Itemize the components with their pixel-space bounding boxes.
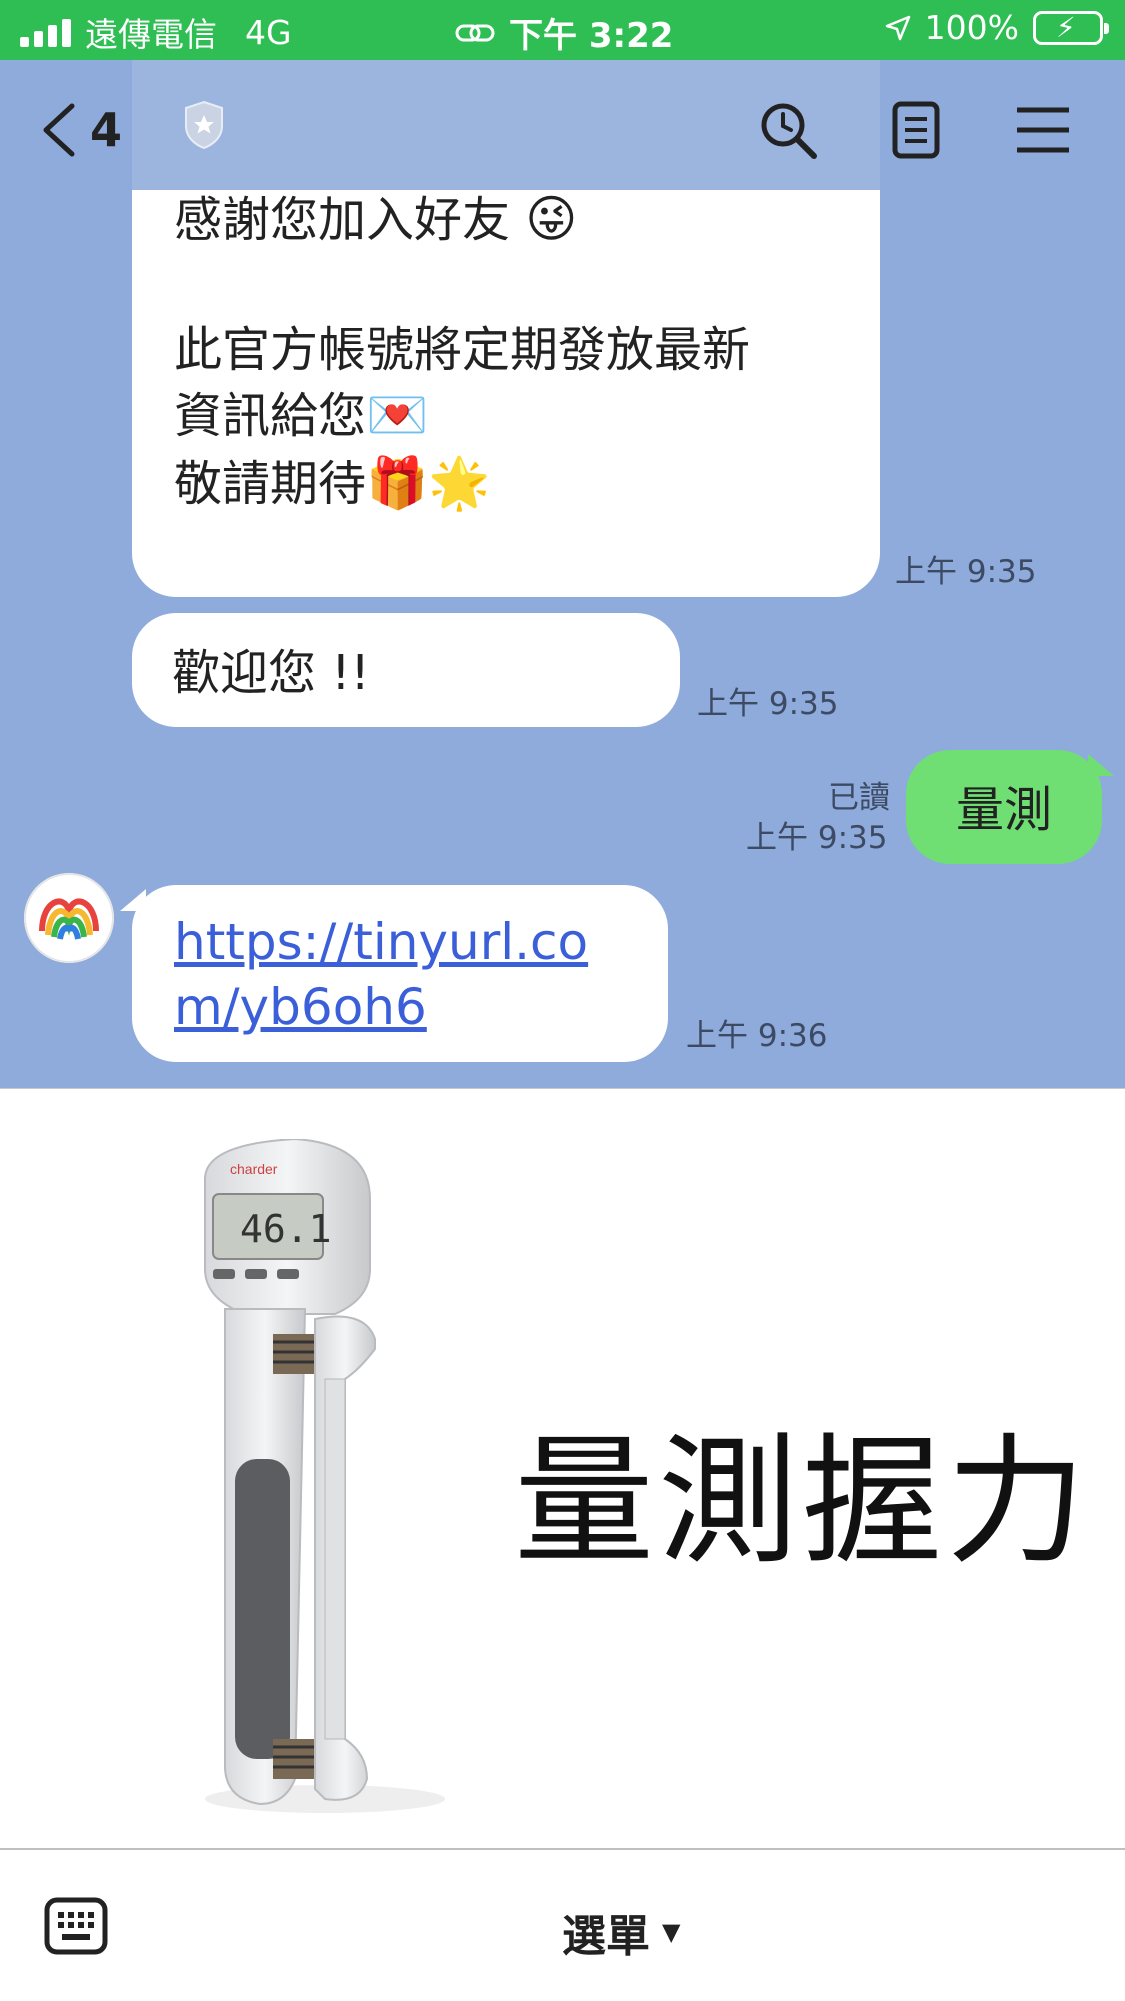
notes-button[interactable] bbox=[886, 100, 946, 160]
keyboard-icon bbox=[44, 1897, 108, 1955]
message-time: 上午 9:35 bbox=[895, 554, 1037, 590]
device-reading: 46.1 bbox=[240, 1207, 332, 1251]
love-letter-emoji: 💌 bbox=[366, 386, 429, 445]
caret-down-icon: ▼ bbox=[662, 1918, 681, 1946]
gift-emoji: 🎁 bbox=[366, 453, 429, 512]
greeting-message-bubble: 歡迎您 !! bbox=[132, 613, 680, 727]
link-message-bubble: https://tinyurl.com/yb6oh6 bbox=[120, 885, 668, 1062]
official-account-avatar[interactable] bbox=[24, 873, 114, 963]
rich-menu-title[interactable]: 量測握力 bbox=[514, 1389, 1090, 1591]
account-logo-icon bbox=[24, 873, 114, 963]
user-message-text: 量測 bbox=[955, 782, 1052, 838]
menu-label-text: 選單 bbox=[562, 1911, 650, 1962]
note-icon bbox=[892, 101, 940, 159]
welcome-line-4: 敬請期待 bbox=[174, 455, 367, 512]
battery-percent: 100% bbox=[924, 8, 1019, 47]
search-icon bbox=[761, 103, 817, 159]
message-time: 上午 9:36 bbox=[686, 1018, 828, 1054]
chat-area[interactable]: 感謝您加入好友 😜 此官方帳號將定期發放最新 資訊給您💌 敬請期待🎁🌟 上午 9… bbox=[0, 60, 1125, 1088]
hamburger-icon bbox=[1017, 107, 1069, 153]
message-time: 上午 9:35 bbox=[746, 820, 888, 856]
star-emoji: 🌟 bbox=[428, 453, 491, 512]
link-icon bbox=[455, 24, 495, 41]
wink-face-emoji: 😜 bbox=[525, 190, 578, 248]
back-count: 4 bbox=[90, 103, 123, 157]
keyboard-button[interactable] bbox=[44, 1894, 108, 1958]
welcome-message-bubble: 感謝您加入好友 😜 此官方帳號將定期發放最新 資訊給您💌 敬請期待🎁🌟 bbox=[132, 190, 880, 597]
greeting-text: 歡迎您 !! bbox=[172, 645, 370, 701]
grip-dynamometer-image: charder 46.1 bbox=[204, 1139, 445, 1813]
chat-header: 4 bbox=[0, 60, 1125, 190]
menu-button[interactable] bbox=[1013, 100, 1073, 160]
welcome-line-2: 此官方帳號將定期發放最新 bbox=[174, 321, 751, 378]
rich-menu-panel[interactable]: charder 46.1 量測握力 bbox=[0, 1088, 1125, 1848]
shield-badge-icon bbox=[185, 100, 223, 150]
clock-time: 下午 3:22 bbox=[509, 16, 674, 56]
read-status: 已讀 bbox=[828, 780, 890, 816]
user-message-bubble: 量測 bbox=[906, 750, 1114, 864]
chevron-left-icon bbox=[43, 103, 75, 157]
carrier-name: 遠傳電信 bbox=[85, 15, 217, 54]
status-bar: 遠傳電信 4G 下午 3:22 100% ⚡ bbox=[0, 0, 1125, 60]
network-type: 4G bbox=[245, 12, 292, 52]
back-button[interactable]: 4 bbox=[40, 100, 130, 160]
signal-icon bbox=[20, 17, 71, 47]
message-time: 上午 9:35 bbox=[697, 686, 839, 722]
welcome-line-3: 資訊給您 bbox=[174, 388, 367, 445]
rich-menu-toggle[interactable]: 選單 ▼ bbox=[562, 1900, 680, 1964]
device-brand: charder bbox=[230, 1161, 278, 1177]
welcome-line-1: 感謝您加入好友 bbox=[174, 192, 511, 248]
url-link[interactable]: https://tinyurl.com/yb6oh6 bbox=[174, 913, 588, 1036]
battery-icon: ⚡ bbox=[1033, 10, 1109, 45]
search-button[interactable] bbox=[758, 100, 818, 160]
location-arrow-icon bbox=[885, 15, 910, 40]
bottom-bar: 選單 ▼ bbox=[0, 1848, 1125, 2001]
